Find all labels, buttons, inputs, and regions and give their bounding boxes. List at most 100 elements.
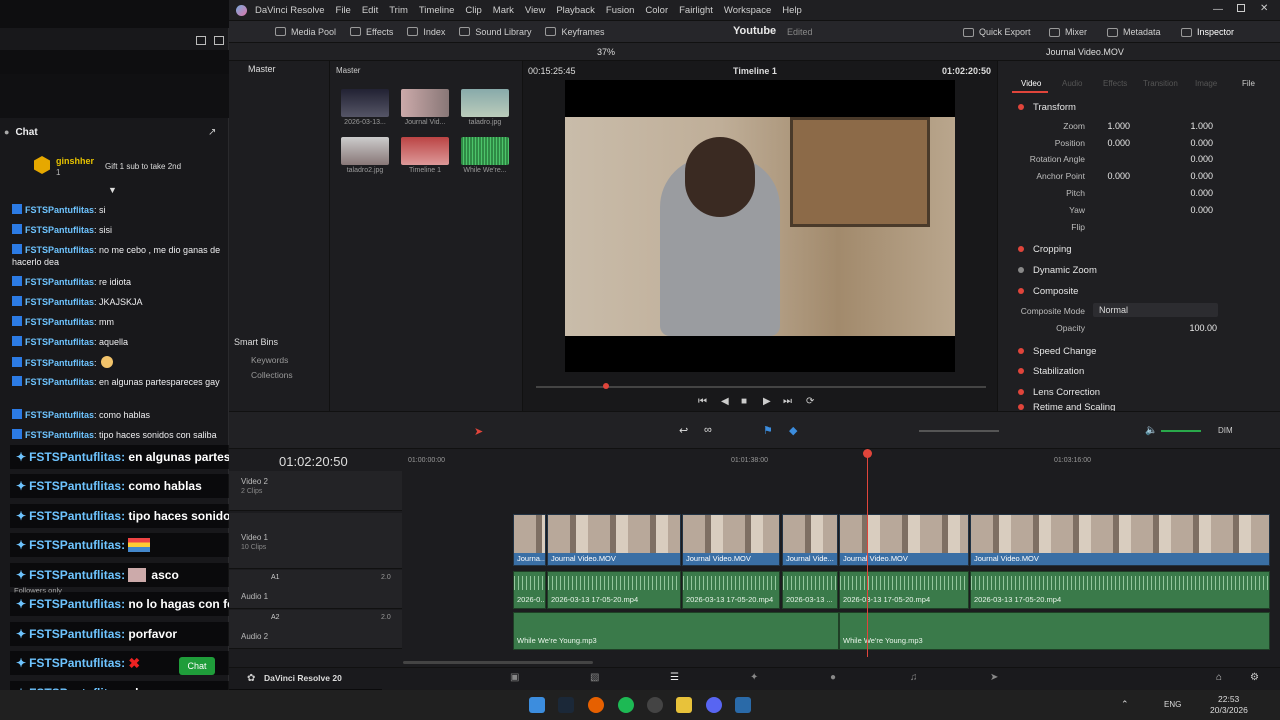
bin-collections[interactable]: Collections	[251, 370, 293, 380]
anchor-y-field[interactable]: 0.000	[1181, 171, 1213, 181]
media-pool-button[interactable]: Media Pool	[275, 27, 336, 37]
menu-fairlight[interactable]: Fairlight	[679, 5, 713, 16]
section-lens-correction[interactable]: Lens Correction	[1004, 383, 1274, 401]
video-clip[interactable]: Journal Video.MOV	[547, 514, 681, 566]
tab-audio[interactable]: Audio	[1062, 79, 1082, 88]
menu-color[interactable]: Color	[645, 5, 668, 16]
tab-video[interactable]: Video	[1021, 79, 1041, 88]
timeline-selector[interactable]: Timeline 1	[733, 66, 777, 76]
playhead-handle[interactable]	[863, 449, 872, 458]
page-fairlight-icon[interactable]: ♫	[910, 672, 918, 683]
keyframes-button[interactable]: Keyframes	[545, 27, 604, 37]
scroll-down-icon[interactable]: ▼	[108, 185, 117, 195]
video-clip[interactable]: Journa...	[513, 514, 546, 566]
dim-button[interactable]: DIM	[1218, 426, 1233, 435]
page-media-icon[interactable]: ▣	[510, 672, 519, 683]
tab-image[interactable]: Image	[1195, 79, 1217, 88]
audio-clip-thumbnail[interactable]	[461, 137, 509, 165]
track-header-audio2[interactable]: A2 2.0 Audio 2	[229, 610, 402, 649]
language-indicator[interactable]: ENG	[1164, 700, 1181, 709]
video-clip[interactable]: Journal Vide...	[782, 514, 838, 566]
effects-button[interactable]: Effects	[350, 27, 393, 37]
audio-clip[interactable]: 2026-03-13 17-05-20.mp4	[839, 571, 969, 609]
maximize-icon[interactable]	[1237, 4, 1245, 12]
music-clip[interactable]: While We're Young.mp3	[513, 612, 839, 650]
start-icon[interactable]	[529, 697, 545, 713]
section-speed-change[interactable]: Speed Change	[1004, 342, 1274, 360]
snapping-icon[interactable]: ↩	[679, 424, 688, 437]
spotify-icon[interactable]	[618, 697, 634, 713]
mixer-button[interactable]: Mixer	[1049, 27, 1087, 37]
audio-clip[interactable]: 2026-03-13 17-05-20.mp4	[970, 571, 1270, 609]
video-clip[interactable]: Journal Video.MOV	[839, 514, 969, 566]
section-cropping[interactable]: Cropping	[1004, 240, 1274, 258]
discord-icon[interactable]	[706, 697, 722, 713]
tab-effects[interactable]: Effects	[1103, 79, 1127, 88]
chat-send-button[interactable]: Chat	[179, 657, 215, 675]
section-composite[interactable]: Composite	[1004, 282, 1274, 300]
position-x-field[interactable]: 0.000	[1098, 138, 1130, 148]
metadata-button[interactable]: Metadata	[1107, 27, 1161, 37]
layout-icon[interactable]	[214, 36, 224, 45]
timeline-playhead[interactable]	[867, 449, 868, 657]
page-cut-icon[interactable]: ▧	[590, 672, 599, 683]
yaw-field[interactable]: 0.000	[1181, 205, 1213, 215]
clip-thumbnail[interactable]	[341, 137, 389, 165]
menu-timeline[interactable]: Timeline	[419, 5, 455, 16]
skip-end-icon[interactable]: ⏭	[783, 396, 792, 407]
home-icon[interactable]: ⌂	[1216, 672, 1222, 683]
minimize-icon[interactable]: —	[1213, 4, 1223, 15]
flag-icon[interactable]: ⚑	[763, 424, 773, 437]
davinci-taskbar-icon[interactable]	[735, 697, 751, 713]
music-clip[interactable]: While We're Young.mp3	[839, 612, 1270, 650]
page-fusion-icon[interactable]: ✦	[750, 672, 758, 683]
clip-thumbnail[interactable]	[341, 89, 389, 117]
bin-master[interactable]: Master	[248, 64, 276, 74]
audio-clip[interactable]: 2026-0...	[513, 571, 546, 609]
track-header-video2[interactable]: Video 2 2 Clips	[229, 471, 402, 511]
quick-export-button[interactable]: Quick Export	[963, 27, 1031, 37]
section-retime[interactable]: Retime and Scaling	[1004, 403, 1274, 411]
section-transform[interactable]: Transform	[1004, 98, 1274, 116]
section-stabilization[interactable]: Stabilization	[1004, 362, 1274, 380]
video-clip[interactable]: Journal Video.MOV	[682, 514, 780, 566]
tray-chevron-icon[interactable]: ⌃	[1121, 699, 1129, 710]
clip-thumbnail[interactable]	[461, 89, 509, 117]
audio-clip[interactable]: 2026-03-13 17-05-20.mp4	[682, 571, 780, 609]
settings-gear-icon[interactable]: ⚙	[1250, 672, 1259, 683]
firefox-icon[interactable]	[588, 697, 604, 713]
audio-clip[interactable]: 2026-03-13 17-05-20.mp4	[547, 571, 681, 609]
menu-mark[interactable]: Mark	[493, 5, 514, 16]
position-y-field[interactable]: 0.000	[1181, 138, 1213, 148]
audio-clip[interactable]: 2026-03-13 ...	[782, 571, 838, 609]
skip-start-icon[interactable]: ⏮	[698, 396, 707, 407]
zoom-x-field[interactable]: 1.000	[1098, 121, 1130, 131]
section-dynamic-zoom[interactable]: Dynamic Zoom	[1004, 261, 1274, 279]
sound-library-button[interactable]: Sound Library	[459, 27, 531, 37]
clip-thumbnail[interactable]	[401, 89, 449, 117]
obs-icon[interactable]	[647, 697, 663, 713]
link-icon[interactable]: ∞	[704, 424, 712, 436]
clip-thumbnail[interactable]	[401, 137, 449, 165]
stop-icon[interactable]: ■	[741, 396, 747, 407]
menu-fusion[interactable]: Fusion	[606, 5, 635, 16]
menu-view[interactable]: View	[525, 5, 545, 16]
timeline-scrollbar[interactable]	[403, 661, 593, 664]
rotation-field[interactable]: 0.000	[1181, 154, 1213, 164]
tab-transition[interactable]: Transition	[1143, 79, 1178, 88]
clock-date[interactable]: 20/3/2026	[1210, 705, 1248, 715]
steam-icon[interactable]	[558, 697, 574, 713]
menu-clip[interactable]: Clip	[465, 5, 481, 16]
index-button[interactable]: Index	[407, 27, 445, 37]
opacity-field[interactable]: 100.00	[1181, 323, 1217, 333]
menu-trim[interactable]: Trim	[389, 5, 408, 16]
page-deliver-icon[interactable]: ➤	[990, 672, 998, 683]
anchor-x-field[interactable]: 0.000	[1098, 171, 1130, 181]
expand-icon[interactable]: ↗	[208, 127, 216, 138]
close-icon[interactable]: ✕	[1260, 3, 1268, 14]
menu-workspace[interactable]: Workspace	[724, 5, 771, 16]
menu-file[interactable]: File	[336, 5, 351, 16]
composite-mode-select[interactable]: Normal	[1093, 303, 1218, 317]
menu-playback[interactable]: Playback	[556, 5, 595, 16]
zoom-y-field[interactable]: 1.000	[1181, 121, 1213, 131]
